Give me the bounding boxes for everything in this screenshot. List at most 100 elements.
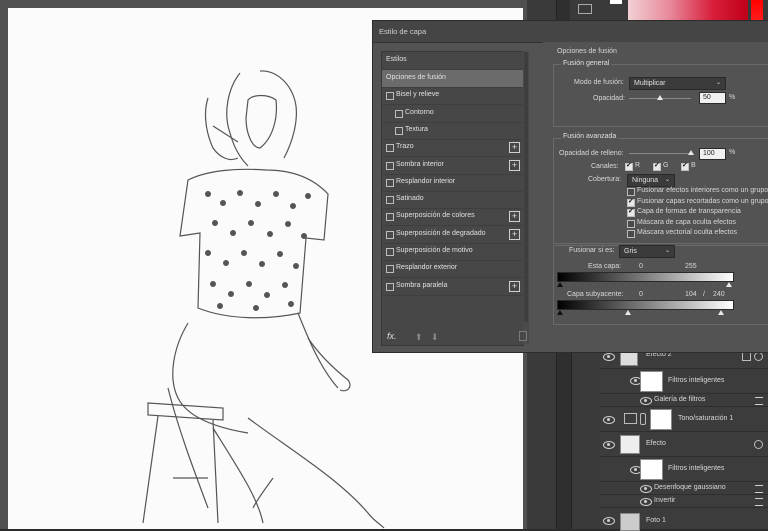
opacity-field[interactable]: 50 [699, 92, 726, 104]
hue-slider[interactable] [751, 0, 763, 22]
filter-options-icon[interactable] [755, 397, 763, 405]
style-checkbox[interactable] [386, 92, 394, 101]
style-item[interactable]: Opciones de fusión [382, 70, 523, 88]
add-style-icon[interactable]: + [509, 211, 520, 223]
checkbox[interactable] [627, 188, 635, 196]
style-checkbox[interactable] [395, 109, 403, 118]
fill-opacity-field[interactable]: 100 [699, 148, 726, 160]
style-item[interactable]: Sombra paralela + [382, 278, 523, 296]
checkbox[interactable] [625, 161, 633, 171]
style-item[interactable]: Resplandor interior [382, 174, 523, 192]
style-checkbox[interactable] [386, 230, 394, 239]
knockout-select[interactable]: Ninguna ⌄ [627, 174, 675, 187]
style-checkbox[interactable] [386, 248, 394, 256]
underlying-split-handle[interactable] [625, 310, 631, 315]
eye-icon[interactable] [603, 353, 615, 361]
fx-icon[interactable] [754, 352, 763, 361]
style-item[interactable]: Superposición de degradado + [382, 226, 523, 244]
style-checkbox[interactable] [386, 282, 394, 291]
style-checkbox[interactable] [386, 196, 394, 205]
layer-row[interactable]: Tono/saturación 1 [600, 407, 768, 432]
eye-icon[interactable] [640, 397, 652, 405]
fx-icon[interactable] [754, 440, 763, 449]
dialog-title-bar[interactable]: Estilo de capa [373, 21, 768, 43]
layer-row[interactable]: Filtros inteligentes [600, 457, 768, 482]
chevron-down-icon: ⌄ [664, 177, 670, 183]
style-item[interactable]: Textura [382, 122, 523, 140]
eye-icon[interactable] [603, 517, 615, 525]
move-up-icon[interactable]: ⬆ [415, 332, 423, 343]
style-item[interactable]: Satinado [382, 191, 523, 210]
advanced-option-label: Máscara de capa oculta efectos [637, 218, 736, 226]
move-down-icon[interactable]: ⬇ [431, 332, 439, 343]
trash-icon[interactable] [519, 331, 527, 341]
advanced-option-label: Fusionar efectos interiores como un grup… [637, 187, 768, 194]
foreground-swatch[interactable] [610, 0, 622, 4]
opacity-slider-knob[interactable] [657, 95, 663, 100]
style-item[interactable]: Trazo + [382, 139, 523, 158]
fill-opacity-track[interactable] [629, 153, 691, 154]
checkbox[interactable] [627, 197, 635, 207]
blend-mode-select[interactable]: Multiplicar ⌄ [629, 77, 726, 90]
advanced-option-label: Máscara vectorial oculta efectos [637, 229, 737, 236]
checkbox[interactable] [627, 207, 635, 217]
general-blending-title: Fusión general [561, 60, 612, 67]
knockout-value: Ninguna [632, 177, 659, 184]
add-style-icon[interactable]: + [509, 142, 520, 154]
styles-header[interactable]: Estilos [382, 52, 523, 70]
style-item[interactable]: Bisel y relieve [382, 87, 523, 106]
style-item[interactable]: Resplandor exterior [382, 260, 523, 279]
eye-icon[interactable] [603, 441, 615, 449]
blend-if-select[interactable]: Gris ⌄ [619, 245, 675, 258]
style-label: Sombra interior [396, 160, 444, 168]
underlying-white-handle[interactable] [718, 310, 724, 315]
style-item[interactable]: Superposición de motivo [382, 243, 523, 261]
style-checkbox[interactable] [386, 161, 394, 170]
this-layer-white-handle[interactable] [726, 282, 732, 287]
filter-options-icon[interactable] [755, 498, 763, 506]
style-checkbox[interactable] [386, 213, 394, 222]
style-item[interactable]: Sombra interior + [382, 157, 523, 175]
eye-icon[interactable] [640, 485, 652, 493]
layer-row[interactable]: Foto 1 [600, 510, 768, 531]
layer-row[interactable]: Efecto [600, 432, 768, 457]
color-picker-field[interactable] [628, 0, 748, 22]
add-style-icon[interactable]: + [509, 159, 520, 171]
chevron-down-icon: ⌄ [715, 80, 721, 86]
add-style-icon[interactable]: + [509, 280, 520, 292]
checkbox[interactable] [653, 161, 661, 171]
style-label: Resplandor exterior [396, 264, 458, 272]
style-checkbox[interactable] [395, 126, 403, 135]
layer-row[interactable]: Desenfoque gaussiano [600, 482, 768, 495]
checkbox[interactable] [627, 219, 635, 228]
link-icon[interactable] [640, 413, 646, 425]
filter-options-icon[interactable] [755, 485, 763, 493]
fill-opacity-knob[interactable] [688, 150, 694, 155]
style-item[interactable]: Superposición de colores + [382, 208, 523, 227]
underlying-black-handle[interactable] [557, 310, 563, 315]
panel-icon[interactable] [578, 4, 592, 14]
styles-toolbar: fx. ⬆ ⬇ [381, 331, 529, 345]
this-layer-label: Esta capa: [588, 263, 622, 270]
advanced-option-label: Fusionar capas recortadas como un grupo [637, 197, 768, 205]
style-checkbox[interactable] [386, 265, 394, 274]
layer-name: Tono/saturación 1 [678, 415, 734, 422]
dialog-title: Estilo de capa [379, 27, 427, 36]
eye-icon[interactable] [640, 498, 652, 506]
layer-row[interactable]: Filtros inteligentes [600, 369, 768, 394]
checkbox[interactable] [681, 161, 689, 171]
layer-row[interactable]: Invertir [600, 495, 768, 508]
checkbox[interactable] [627, 230, 635, 238]
layer-row[interactable]: Galería de filtros [600, 394, 768, 407]
fx-button[interactable]: fx. [387, 331, 397, 341]
style-checkbox[interactable] [386, 144, 394, 153]
underlying-min: 0 [639, 291, 643, 298]
layer-name: Filtros inteligentes [668, 377, 725, 384]
eye-icon[interactable] [603, 416, 615, 424]
fill-opacity-unit: % [729, 149, 736, 156]
this-layer-black-handle[interactable] [557, 282, 563, 287]
style-item[interactable]: Contorno [382, 105, 523, 123]
scrollbar-thumb[interactable] [524, 52, 528, 322]
style-checkbox[interactable] [386, 178, 394, 187]
add-style-icon[interactable]: + [509, 228, 520, 240]
